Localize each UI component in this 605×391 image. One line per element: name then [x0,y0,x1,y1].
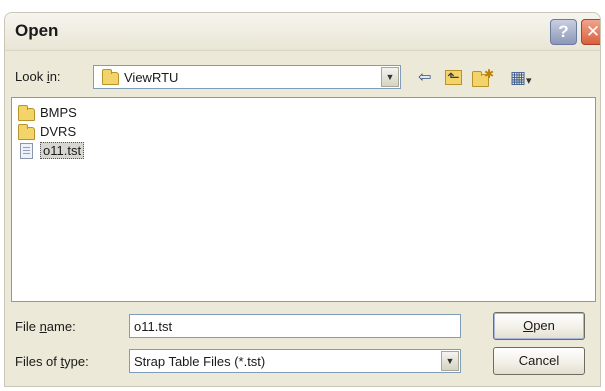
look-in-dropdown[interactable]: ViewRTU ▼ [93,65,401,89]
files-of-type-label: Files of type: [15,354,89,369]
file-name-input[interactable]: o11.tst [129,314,461,338]
open-dialog: Open ? ✕ Look in: ViewRTU ▼ ⇦ ⬑ ✱ ▦ ▾ BM… [4,12,601,387]
sparkle-icon: ✱ [484,67,495,81]
title-bar[interactable]: Open ? ✕ [5,13,600,51]
views-menu-icon[interactable]: ▦ [510,69,526,87]
look-in-label: Look in: [15,69,61,84]
views-dropdown-arrow-icon[interactable]: ▾ [526,72,532,90]
chevron-down-icon[interactable]: ▼ [441,351,459,371]
look-in-label-prefix: Look [15,69,47,84]
up-one-level-icon[interactable]: ⬑ [445,70,462,85]
file-name-value: o11.tst [134,319,173,334]
open-button-label: pen [533,318,555,333]
file-name-label: File name: [15,319,76,334]
files-of-type-value: Strap Table Files (*.tst) [134,354,266,369]
back-icon[interactable]: ⇦ [418,69,431,87]
chevron-down-icon[interactable]: ▼ [381,67,399,87]
document-icon [20,143,33,159]
look-in-value: ViewRTU [124,70,179,85]
folder-icon [18,124,35,140]
help-button[interactable]: ? [550,19,577,45]
files-of-type-label-suffix: ype: [64,354,89,369]
files-of-type-label-prefix: Files of [15,354,61,369]
cancel-button[interactable]: Cancel [493,347,585,375]
file-name-label-suffix: ame: [46,319,76,334]
open-button[interactable]: Open [493,312,585,340]
file-name-label-hotkey: n [39,319,47,334]
file-list[interactable]: BMPS DVRS o11.tst [11,97,596,302]
files-of-type-dropdown[interactable]: Strap Table Files (*.tst) ▼ [129,349,461,373]
folder-icon [18,105,35,121]
open-button-hotkey: O [523,318,534,333]
close-button[interactable]: ✕ [581,19,600,45]
file-name-text: DVRS [40,124,77,139]
dialog-title: Open [15,21,59,40]
folder-icon [102,69,119,85]
file-name-label-prefix: File [15,319,40,334]
file-name-text: o11.tst [40,142,85,159]
look-in-label-suffix: n: [49,69,61,84]
file-name-text: BMPS [40,105,77,120]
